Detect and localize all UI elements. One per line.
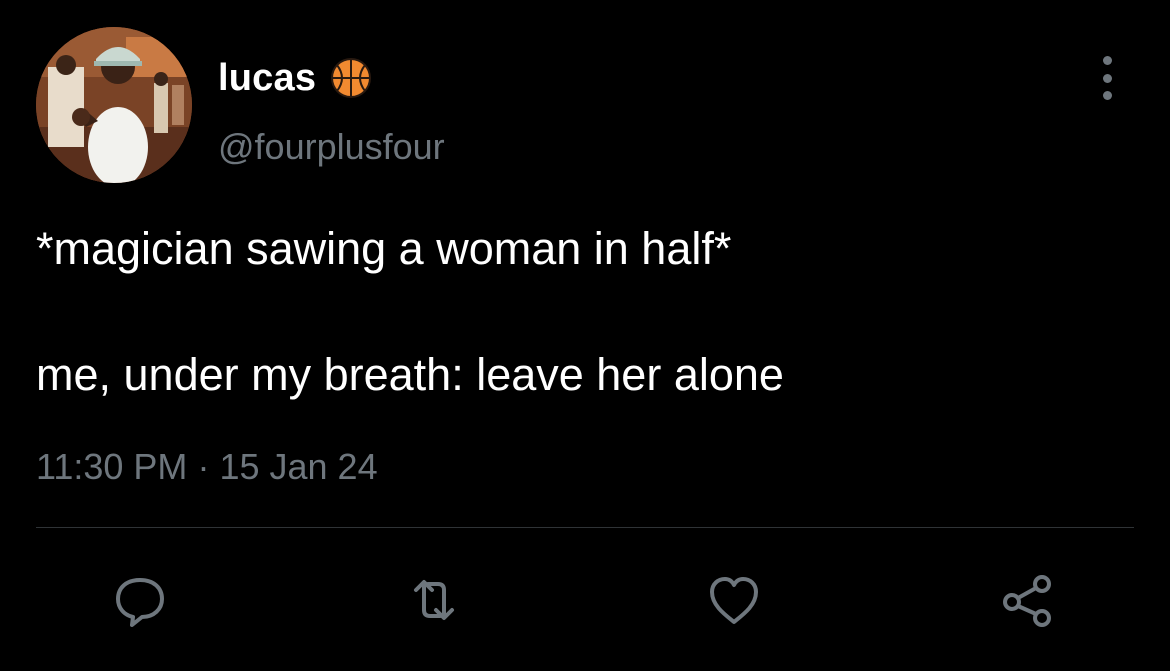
user-handle[interactable]: @fourplusfour (218, 126, 445, 168)
share-icon (1003, 575, 1051, 627)
retweet-icon (414, 580, 454, 620)
display-name-row[interactable]: lucas (218, 54, 372, 102)
tweet-timestamp[interactable]: 11:30 PM · 15 Jan 24 (36, 446, 378, 488)
share-button[interactable] (996, 568, 1060, 632)
timestamp-separator: · (197, 446, 210, 487)
heart-icon (710, 577, 758, 624)
more-dot-icon (1102, 73, 1112, 83)
tweet-text-line: *magician sawing a woman in half* (36, 223, 732, 274)
retweet-button[interactable] (402, 568, 466, 632)
like-button[interactable] (702, 568, 766, 632)
tweet-time: 11:30 PM (36, 446, 188, 487)
tweet-card: lucas @fourplusfour *magician sawing a w… (0, 0, 1170, 671)
more-dot-icon (1102, 56, 1112, 65)
display-name[interactable]: lucas (218, 57, 316, 100)
tweet-text-line: me, under my breath: leave her alone (36, 349, 784, 400)
tweet-text-gap (36, 280, 1136, 344)
tweet-text: *magician sawing a woman in half* me, un… (36, 218, 1136, 406)
comment-icon (116, 578, 164, 627)
basketball-emoji-icon (331, 58, 372, 98)
avatar-photo (36, 27, 192, 183)
more-options-button[interactable] (1090, 56, 1124, 100)
avatar[interactable] (36, 27, 192, 183)
divider (36, 527, 1134, 528)
more-dot-icon (1102, 91, 1112, 100)
reply-button[interactable] (108, 568, 172, 632)
tweet-date: 15 Jan 24 (219, 446, 378, 487)
